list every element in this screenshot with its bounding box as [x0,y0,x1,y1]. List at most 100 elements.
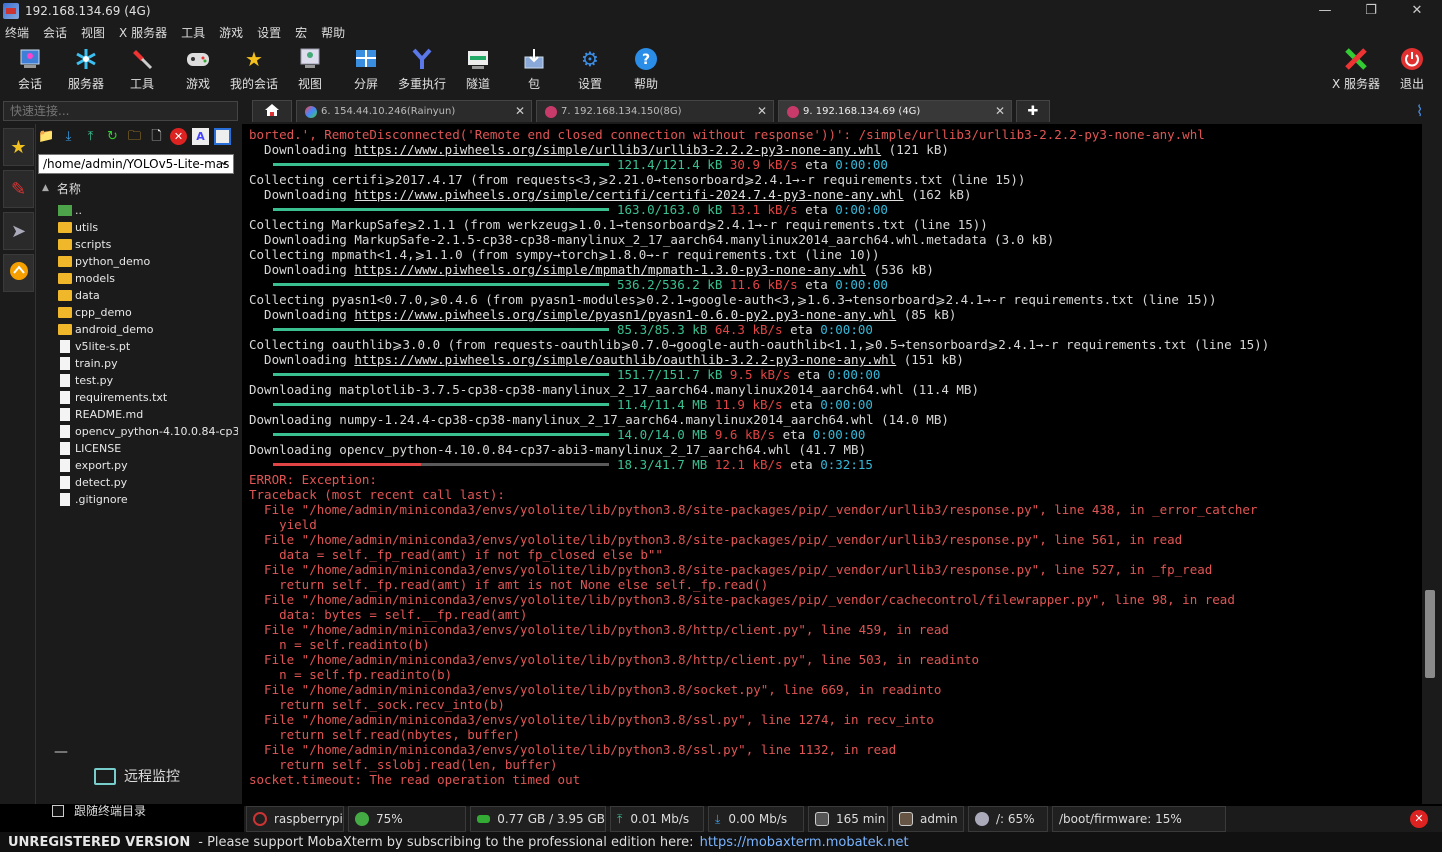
delete-icon[interactable]: ✕ [170,128,187,145]
error-line: data: bytes = self.__fp.read(amt) [249,607,528,622]
menu-games[interactable]: 游戏 [219,24,243,41]
file-list-item[interactable]: export.py [58,457,238,474]
follow-terminal-checkbox[interactable]: 跟随终端目录 [52,802,146,819]
terminal-scrollbar[interactable] [1422,124,1442,804]
download-url[interactable]: https://www.piwheels.org/simple/certifi/… [354,187,903,202]
error-line: ERROR: Exception: [249,472,377,487]
attach-icon[interactable]: ⌇ [1416,102,1423,120]
new-file-icon[interactable]: 🗋 [148,128,165,145]
download-arrow-icon: ⤓ [715,811,721,826]
parent-folder-icon[interactable]: 📁 [38,128,55,145]
file-list-item[interactable]: cpp_demo [58,304,238,321]
file-list-item[interactable]: detect.py [58,474,238,491]
download-url[interactable]: https://www.piwheels.org/simple/pyasn1/p… [354,307,896,322]
menu-settings[interactable]: 设置 [257,24,281,41]
error-line: socket.timeout: The read operation timed… [249,772,581,787]
parent-folder-icon [58,205,72,216]
file-list-item[interactable]: README.md [58,406,238,423]
minimize-button[interactable]: — [1302,0,1348,22]
packages-button[interactable]: 包 [514,46,554,96]
file-list-item[interactable]: requirements.txt [58,389,238,406]
view-button[interactable]: 视图 [290,46,330,96]
rename-icon[interactable]: A [192,128,209,145]
download-url[interactable]: https://www.piwheels.org/simple/urllib3/… [354,142,881,157]
checkbox[interactable] [52,804,64,817]
menu-terminal[interactable]: 终端 [5,24,29,41]
file-name: cpp_demo [75,306,132,319]
tools-button[interactable]: 工具 [122,46,162,96]
plus-icon: ✚ [1027,104,1039,119]
file-list-header[interactable]: ▲ 名称 [38,178,238,198]
servers-button[interactable]: 服务器 [62,46,110,96]
terminal-output[interactable]: borted.', RemoteDisconnected('Remote end… [244,124,1422,804]
progress-size: 163.0/163.0 kB [617,202,723,217]
error-line: return self._fp.read(amt) if amt is not … [249,577,769,592]
upload-icon[interactable]: ⤒ [82,128,99,145]
progress-size: 85.3/85.3 kB [617,322,708,337]
disk-boot-label: /boot/firmware: 15% [1059,812,1182,826]
sessions-side-tab[interactable]: ★ [3,128,34,166]
tunnel-label: 隧道 [465,77,490,91]
menu-sessions[interactable]: 会话 [43,24,67,41]
progress-fill [273,403,609,406]
exit-button[interactable]: 退出 [1392,46,1432,96]
menu-tools[interactable]: 工具 [181,24,205,41]
file-list-item[interactable]: scripts [58,236,238,253]
tab-session-7[interactable]: 7. 192.168.134.150(8G) ✕ [536,100,774,122]
session-button[interactable]: 会话 [10,46,50,96]
session-label: 会话 [17,77,42,91]
file-list-item[interactable]: opencv_python-4.10.0.84-cp37- [58,423,238,440]
file-list-item[interactable]: utils [58,219,238,236]
menu-help[interactable]: 帮助 [321,24,345,41]
properties-icon[interactable] [214,128,231,145]
home-tab[interactable] [252,100,292,122]
download-icon[interactable]: ⤓ [60,128,77,145]
tab-session-9[interactable]: 9. 192.168.134.69 (4G) ✕ [778,100,1012,122]
quick-connect-input[interactable] [3,101,238,121]
file-list-item[interactable]: data [58,287,238,304]
file-list-item[interactable]: .gitignore [58,491,238,508]
mobaxterm-link[interactable]: https://mobaxterm.mobatek.net [700,835,909,850]
restore-button[interactable]: ❐ [1348,0,1394,22]
macros-side-tab[interactable] [3,254,34,292]
new-tab-button[interactable]: ✚ [1016,100,1050,122]
path-field[interactable]: /home/admin/YOLOv5-Lite-mas [38,154,234,174]
settings-button[interactable]: ⚙ 设置 [570,46,610,96]
file-list-item[interactable]: .. [58,202,238,219]
status-bar: raspberrypi 75% 0.77 GB / 3.95 GB ⤒ 0.01… [244,806,1442,832]
close-status-icon[interactable]: ✕ [1410,810,1428,828]
menu-macros[interactable]: 宏 [295,24,307,41]
close-tab-icon[interactable]: ✕ [757,104,767,118]
menu-xserver[interactable]: X 服务器 [119,24,167,41]
error-line: File "/home/admin/miniconda3/envs/yololi… [249,742,897,757]
file-list-item[interactable]: models [58,270,238,287]
file-list-item[interactable]: LICENSE [58,440,238,457]
download-url[interactable]: https://www.piwheels.org/simple/mpmath/m… [354,262,866,277]
tab-session-6[interactable]: 6. 154.44.10.246(Rainyun) ✕ [296,100,532,122]
file-list-item[interactable]: android_demo [58,321,238,338]
new-folder-icon[interactable]: 🗀 [126,128,143,145]
file-list-item[interactable]: python_demo [58,253,238,270]
close-tab-icon[interactable]: ✕ [515,104,525,118]
help-button[interactable]: ? 帮助 [626,46,666,96]
file-name: android_demo [75,323,154,336]
sftp-side-tab[interactable]: ➤ [3,212,34,250]
file-list-item[interactable]: test.py [58,372,238,389]
menu-view[interactable]: 视图 [81,24,105,41]
remote-monitoring-button[interactable]: 远程监控 [94,766,180,786]
games-button[interactable]: 游戏 [178,46,218,96]
xserver-button[interactable]: X 服务器 [1328,46,1384,96]
multiexec-button[interactable]: 多重执行 [394,46,450,96]
close-window-button[interactable]: ✕ [1394,0,1440,22]
refresh-icon[interactable]: ↻ [104,128,121,145]
my-sessions-button[interactable]: ★ 我的会话 [226,46,282,96]
tools-side-tab[interactable]: ✎ [3,170,34,208]
tunnel-button[interactable]: 隧道 [458,46,498,96]
file-list-item[interactable]: v5lite-s.pt [58,338,238,355]
split-button[interactable]: 分屏 [346,46,386,96]
download-url[interactable]: https://www.piwheels.org/simple/oauthlib… [354,352,896,367]
close-tab-icon[interactable]: ✕ [995,104,1005,118]
collapse-icon[interactable]: — [54,744,68,760]
scrollbar-thumb[interactable] [1425,590,1435,678]
file-list-item[interactable]: train.py [58,355,238,372]
